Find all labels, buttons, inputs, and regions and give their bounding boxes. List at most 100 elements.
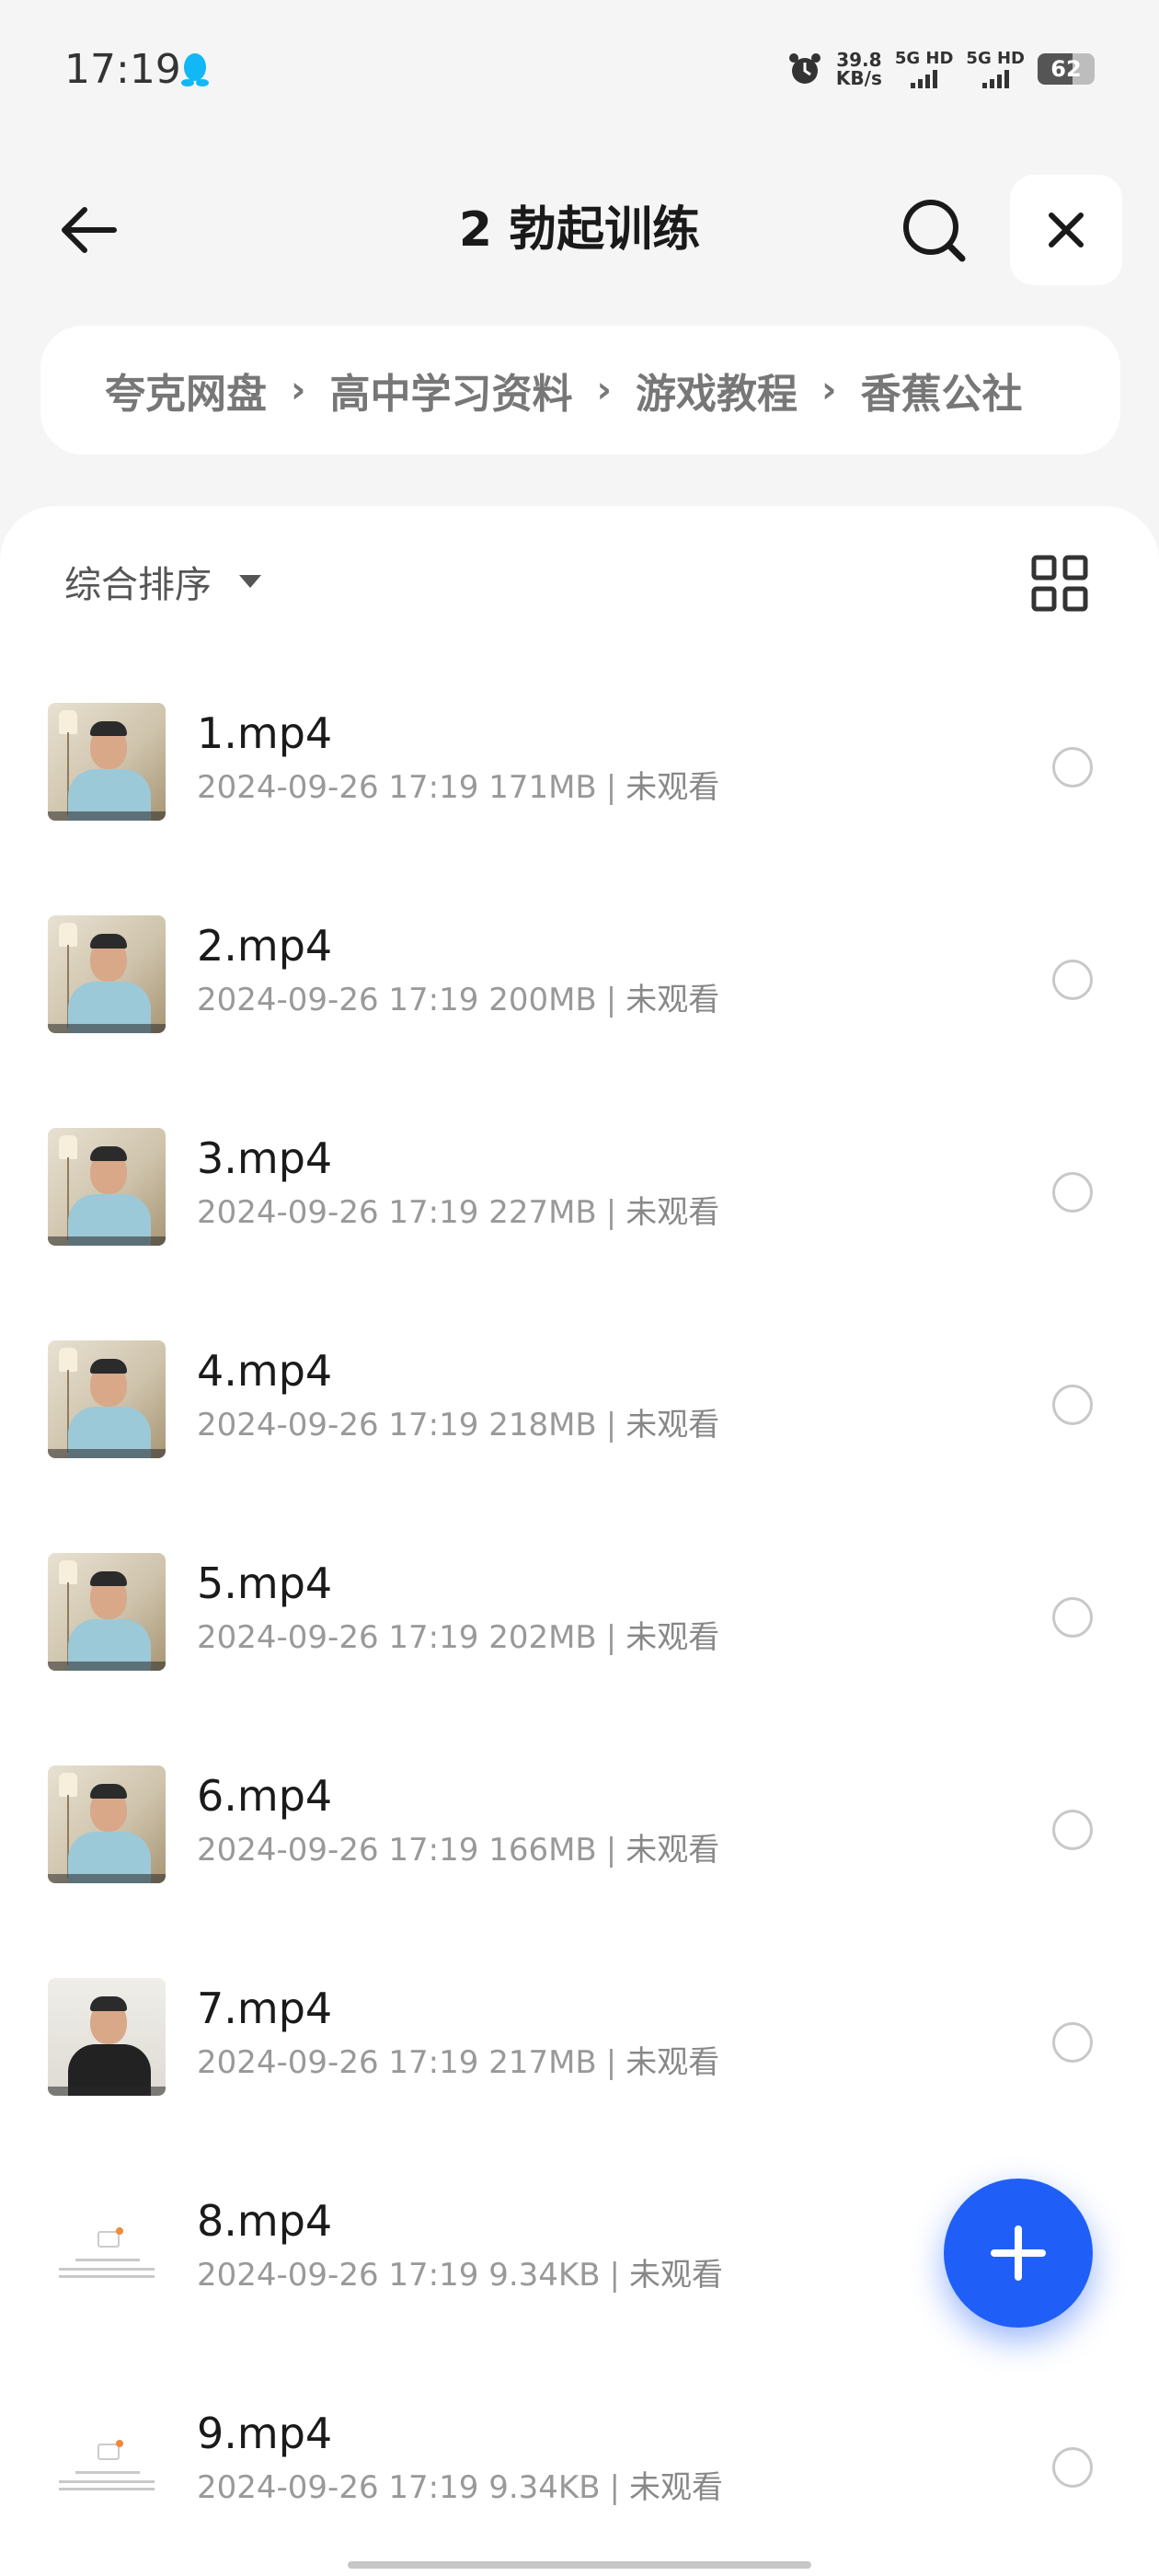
select-radio[interactable] <box>1052 2022 1093 2063</box>
signal-2: 5G HD <box>966 50 1025 88</box>
file-date: 2024-09-26 17:19 <box>197 1832 479 1869</box>
file-date: 2024-09-26 17:19 <box>197 2469 479 2506</box>
select-radio[interactable] <box>1052 1172 1093 1213</box>
file-size: 9.34KB <box>488 2469 601 2506</box>
file-date: 2024-09-26 17:19 <box>197 1194 479 1231</box>
close-button[interactable] <box>1010 175 1122 285</box>
file-date: 2024-09-26 17:19 <box>197 769 479 806</box>
file-size: 9.34KB <box>488 2257 601 2294</box>
status-time: 17:19 <box>64 46 181 93</box>
file-row[interactable]: 2.mp4 2024-09-26 17:19 200MB | 未观看 <box>0 888 1159 1072</box>
file-name: 8.mp4 <box>197 2196 333 2246</box>
breadcrumb-item-community[interactable]: 香蕉公社 <box>860 361 1022 420</box>
file-size: 218MB <box>488 1407 597 1443</box>
breadcrumb: 夸克网盘 › 高中学习资料 › 游戏教程 › 香蕉公社 <box>40 326 1120 454</box>
net-speed-unit: KB/s <box>835 67 882 89</box>
file-name: 1.mp4 <box>197 708 333 758</box>
file-row[interactable]: 6.mp4 2024-09-26 17:19 166MB | 未观看 <box>0 1738 1159 1922</box>
file-name: 6.mp4 <box>197 1771 333 1821</box>
qq-icon <box>181 53 209 86</box>
caret-down-icon <box>239 575 261 588</box>
file-date: 2024-09-26 17:19 <box>197 982 479 1018</box>
video-thumbnail <box>48 915 166 1033</box>
close-icon <box>1049 213 1084 247</box>
select-radio[interactable] <box>1052 1597 1093 1638</box>
watch-status: 未观看 <box>625 1407 720 1443</box>
file-size: 227MB <box>488 1194 597 1231</box>
select-radio[interactable] <box>1052 1385 1093 1425</box>
home-indicator[interactable] <box>348 2561 811 2569</box>
breadcrumb-item-study[interactable]: 高中学习资料 <box>329 361 572 420</box>
file-name: 9.mp4 <box>197 2409 333 2458</box>
file-name: 5.mp4 <box>197 1558 333 1608</box>
header: 2 勃起训练 <box>0 166 1159 294</box>
file-meta: 2024-09-26 17:19 166MB | 未观看 <box>197 1832 720 1869</box>
signal-2-label: 5G HD <box>966 49 1025 68</box>
select-radio[interactable] <box>1052 2447 1093 2488</box>
signal-1-label: 5G HD <box>894 49 954 68</box>
select-radio[interactable] <box>1052 960 1093 1000</box>
breadcrumb-item-root[interactable]: 夸克网盘 <box>105 361 267 420</box>
watch-status: 未观看 <box>625 769 720 806</box>
file-date: 2024-09-26 17:19 <box>197 1619 479 1656</box>
status-bar: 17:19 39.8 KB/s 5G HD 5G HD 62 <box>0 0 1159 138</box>
file-date: 2024-09-26 17:19 <box>197 2257 479 2294</box>
sort-dropdown[interactable]: 综合排序 <box>64 554 261 609</box>
document-thumbnail <box>48 2191 166 2308</box>
file-date: 2024-09-26 17:19 <box>197 2044 479 2081</box>
file-name: 2.mp4 <box>197 921 333 971</box>
video-thumbnail <box>48 1553 166 1671</box>
file-date: 2024-09-26 17:19 <box>197 1407 479 1443</box>
file-meta: 2024-09-26 17:19 9.34KB | 未观看 <box>197 2257 723 2294</box>
sort-label: 综合排序 <box>64 564 212 606</box>
file-meta: 2024-09-26 17:19 227MB | 未观看 <box>197 1194 720 1231</box>
video-thumbnail <box>48 703 166 821</box>
select-radio[interactable] <box>1052 1810 1093 1850</box>
signal-1: 5G HD <box>894 49 954 88</box>
add-button[interactable] <box>944 2179 1093 2328</box>
signal-bars-icon <box>981 68 1009 88</box>
file-meta: 2024-09-26 17:19 217MB | 未观看 <box>197 2044 720 2081</box>
search-icon <box>903 200 966 262</box>
file-meta: 2024-09-26 17:19 218MB | 未观看 <box>197 1407 720 1443</box>
file-row[interactable]: 3.mp4 2024-09-26 17:19 227MB | 未观看 <box>0 1100 1159 1284</box>
alarm-icon <box>788 53 820 84</box>
file-name: 3.mp4 <box>197 1133 333 1183</box>
status-indicators: 39.8 KB/s 5G HD 5G HD 62 <box>786 46 1095 92</box>
file-row[interactable]: 9.mp4 2024-09-26 17:19 9.34KB | 未观看 <box>0 2375 1159 2559</box>
file-row[interactable]: 1.mp4 2024-09-26 17:19 171MB | 未观看 <box>0 675 1159 859</box>
file-meta: 2024-09-26 17:19 202MB | 未观看 <box>197 1619 720 1656</box>
breadcrumb-item-tutorial[interactable]: 游戏教程 <box>636 361 798 420</box>
file-row[interactable]: 7.mp4 2024-09-26 17:19 217MB | 未观看 <box>0 1950 1159 2134</box>
plus-icon <box>991 2225 1046 2281</box>
battery-level: 62 <box>1050 56 1082 82</box>
file-meta: 2024-09-26 17:19 9.34KB | 未观看 <box>197 2469 723 2506</box>
breadcrumb-fade <box>1047 326 1120 454</box>
file-row[interactable]: 4.mp4 2024-09-26 17:19 218MB | 未观看 <box>0 1313 1159 1497</box>
file-row[interactable]: 5.mp4 2024-09-26 17:19 202MB | 未观看 <box>0 1525 1159 1709</box>
signal-bars-icon <box>911 68 938 88</box>
file-name: 4.mp4 <box>197 1346 333 1396</box>
video-thumbnail <box>48 1765 166 1883</box>
breadcrumb-separator: › <box>291 369 306 411</box>
watch-status: 未观看 <box>629 2257 723 2294</box>
file-meta: 2024-09-26 17:19 200MB | 未观看 <box>197 982 720 1018</box>
breadcrumb-separator: › <box>596 369 612 411</box>
file-size: 200MB <box>488 982 597 1018</box>
net-speed: 39.8 KB/s <box>836 51 882 87</box>
video-thumbnail <box>48 1128 166 1246</box>
select-radio[interactable] <box>1052 747 1093 788</box>
watch-status: 未观看 <box>625 1619 720 1656</box>
file-size: 171MB <box>488 769 597 806</box>
watch-status: 未观看 <box>625 982 720 1018</box>
search-button[interactable] <box>892 189 975 271</box>
video-thumbnail <box>48 1340 166 1458</box>
file-name: 7.mp4 <box>197 1984 333 2033</box>
watch-status: 未观看 <box>625 1832 720 1869</box>
video-thumbnail <box>48 1978 166 2096</box>
file-size: 217MB <box>488 2044 597 2081</box>
file-size: 202MB <box>488 1619 597 1656</box>
breadcrumb-separator: › <box>820 369 837 411</box>
grid-view-icon[interactable] <box>1030 554 1089 613</box>
net-speed-value: 39.8 <box>836 49 882 71</box>
